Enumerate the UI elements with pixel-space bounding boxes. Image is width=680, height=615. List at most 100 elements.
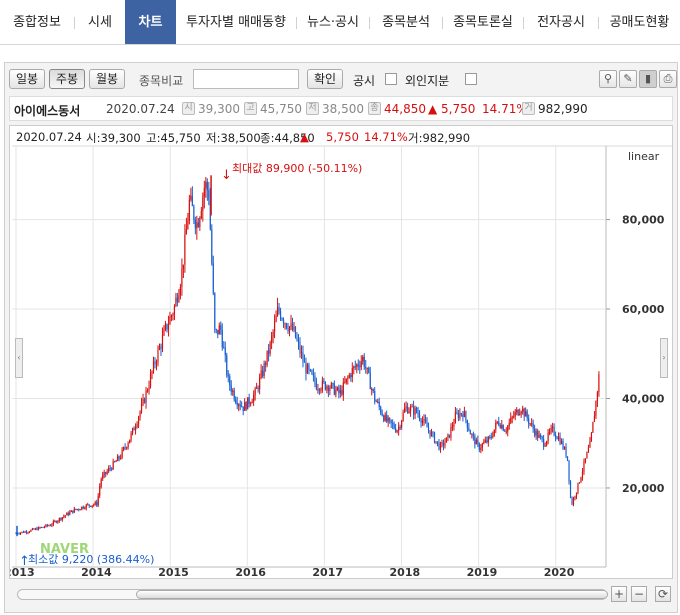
down-candle-body xyxy=(415,407,418,413)
range-scroll-thumb[interactable] xyxy=(136,590,608,599)
up-candle-body xyxy=(91,505,93,507)
down-candle-body xyxy=(332,383,334,385)
tab-news-disclosure[interactable]: 뉴스·공시 xyxy=(297,0,369,44)
down-candle-body xyxy=(133,428,135,431)
up-candle-body xyxy=(584,458,587,462)
down-candle-body xyxy=(365,366,367,369)
down-candle-body xyxy=(217,329,219,335)
up-candle-body xyxy=(64,515,66,517)
down-candle-body xyxy=(318,389,321,391)
tab-e-disclosure[interactable]: 전자공시 xyxy=(524,0,598,44)
up-candle-body xyxy=(551,426,554,428)
tab-quotes[interactable]: 시세 xyxy=(75,0,125,44)
up-candle-body xyxy=(134,427,137,431)
down-candle-body xyxy=(399,426,401,428)
up-candle-body xyxy=(547,432,549,442)
up-candle-body xyxy=(163,328,165,336)
up-candle-body xyxy=(253,394,255,402)
down-candle-body xyxy=(466,420,468,428)
tab-short-selling[interactable]: 공매도현황 xyxy=(599,0,680,44)
up-candle-body xyxy=(548,431,551,433)
down-candle-body xyxy=(279,311,282,319)
range-scrollbar[interactable] xyxy=(17,589,608,600)
tab-chart[interactable]: 차트 xyxy=(125,0,176,44)
price-chart[interactable]: 2020.07.24 시:39,300 고:45,750 저:38,500 종:… xyxy=(9,125,673,579)
tab-overview[interactable]: 종합정보 xyxy=(0,0,74,44)
up-candle-body xyxy=(519,413,521,415)
zoom-in-button[interactable]: + xyxy=(611,586,627,602)
up-candle-body xyxy=(587,447,590,453)
tab-stock-analysis[interactable]: 종목분석 xyxy=(370,0,442,44)
print-icon[interactable]: ⎙ xyxy=(659,70,677,88)
up-candle-body xyxy=(444,442,446,446)
up-candle-body xyxy=(247,397,249,410)
down-candle-body xyxy=(114,461,116,463)
disclosure-checkbox[interactable] xyxy=(385,73,397,85)
chart-toggle-icon[interactable]: ▮ xyxy=(639,70,657,88)
up-candle-body xyxy=(123,447,125,450)
candlestick-chart[interactable]: linear 20,00040,00060,00080,000201320142… xyxy=(10,126,672,578)
up-candle-body xyxy=(203,187,205,197)
down-candle-body xyxy=(354,366,356,368)
down-candle-body xyxy=(432,432,434,434)
weekly-button[interactable]: 주봉 xyxy=(49,69,85,89)
up-candle-body xyxy=(546,441,548,446)
up-candle-body xyxy=(335,390,337,395)
y-tick-label: 40,000 xyxy=(622,392,665,405)
up-candle-body xyxy=(414,407,416,415)
compare-input[interactable] xyxy=(193,69,299,89)
up-candle-body xyxy=(84,508,86,510)
up-candle-body xyxy=(342,382,344,395)
down-candle-body xyxy=(338,387,340,394)
up-candle-body xyxy=(136,424,138,428)
down-candle-body xyxy=(395,428,397,432)
up-candle-body xyxy=(93,504,95,506)
up-candle-body xyxy=(550,427,552,432)
zoom-out-button[interactable]: − xyxy=(631,586,647,602)
up-candle-body xyxy=(593,416,596,422)
up-candle-body xyxy=(100,479,102,487)
down-candle-body xyxy=(297,340,300,343)
down-candle-body xyxy=(523,408,525,417)
up-candle-body xyxy=(345,378,347,383)
daily-button[interactable]: 일봉 xyxy=(9,69,45,89)
up-candle-body xyxy=(441,442,443,444)
monthly-button[interactable]: 월봉 xyxy=(89,69,125,89)
up-candle-body xyxy=(356,364,358,368)
tab-investor-trends[interactable]: 투자자별 매매동향 xyxy=(176,0,296,44)
down-candle-body xyxy=(257,387,259,390)
up-candle-body xyxy=(493,429,495,436)
edit-icon[interactable]: ✎ xyxy=(619,70,637,88)
down-candle-body xyxy=(314,375,316,383)
down-candle-body xyxy=(72,510,74,513)
pin-icon[interactable]: ⚲ xyxy=(599,70,617,88)
down-candle-body xyxy=(194,219,196,229)
up-candle-body xyxy=(351,368,353,378)
up-candle-body xyxy=(450,427,452,438)
up-candle-body xyxy=(487,436,489,443)
foreign-ownership-label: 외인지분 xyxy=(405,74,450,88)
reset-icon[interactable]: ⟳ xyxy=(655,586,671,602)
tab-discussion[interactable]: 종목토론실 xyxy=(443,0,523,44)
up-candle-body xyxy=(484,440,486,443)
volume-badge: 거 xyxy=(522,102,535,115)
confirm-button[interactable]: 확인 xyxy=(307,69,343,89)
up-candle-body xyxy=(371,389,373,391)
up-candle-body xyxy=(471,434,473,436)
down-candle-body xyxy=(324,382,326,390)
scroll-left-arrow-icon[interactable]: ‹ xyxy=(15,338,23,378)
up-candle-body xyxy=(43,526,45,528)
down-candle-body xyxy=(486,440,488,443)
info-change-pct: 14.71% xyxy=(482,102,528,116)
up-candle-body xyxy=(557,436,560,440)
foreign-ownership-checkbox[interactable] xyxy=(465,73,477,85)
scroll-right-arrow-icon[interactable]: › xyxy=(660,338,668,378)
up-candle-body xyxy=(70,510,72,513)
down-candle-body xyxy=(191,195,193,207)
down-candle-body xyxy=(541,436,543,439)
up-candle-body xyxy=(263,363,265,377)
up-candle-body xyxy=(185,228,187,235)
up-candle-body xyxy=(151,371,153,375)
down-candle-body xyxy=(537,431,539,438)
down-candle-body xyxy=(565,447,567,457)
